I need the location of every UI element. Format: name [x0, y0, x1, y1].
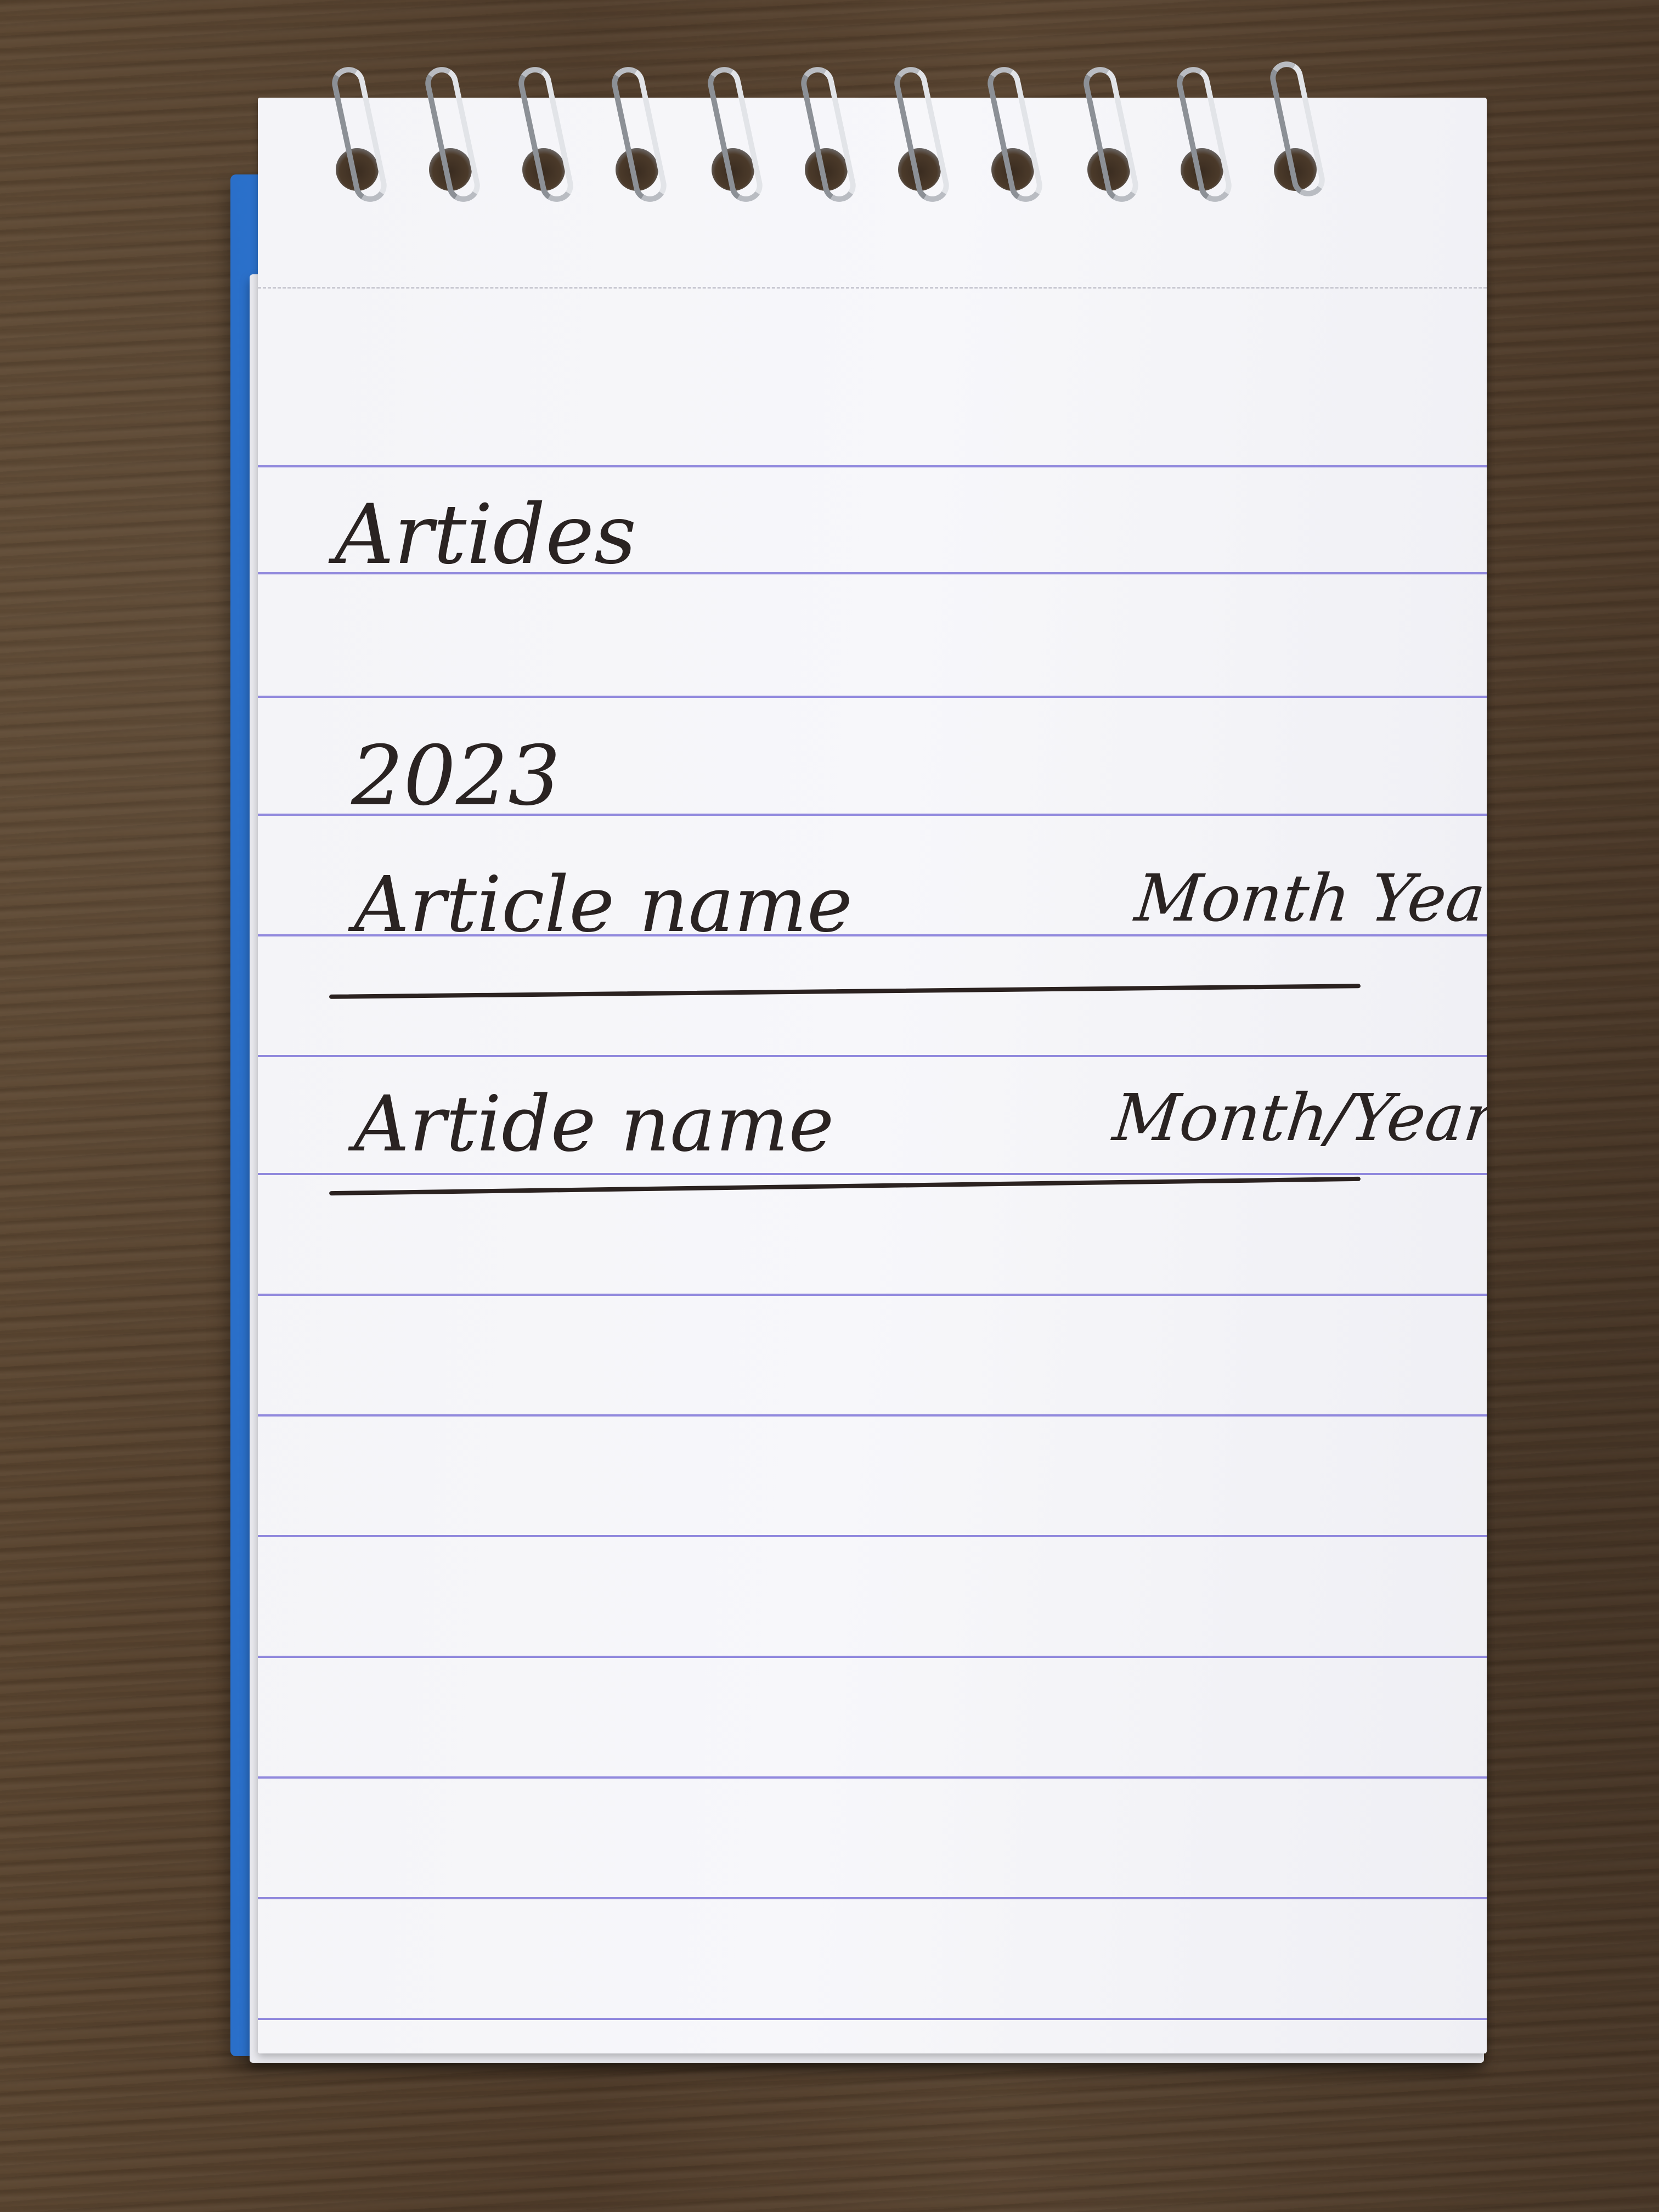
notebook-page: Artides 2023 Article name Month Year Art…: [258, 98, 1487, 2053]
year-heading: 2023: [351, 729, 561, 824]
ruled-line: [258, 1776, 1487, 1779]
ruled-line: [258, 2018, 1487, 2020]
underline: [329, 1176, 1361, 1196]
article-date: Month/Year: [1109, 1080, 1487, 1155]
underline: [329, 984, 1361, 999]
perforation-line: [258, 287, 1487, 289]
article-name: Artide name: [354, 1080, 834, 1169]
ruled-line: [258, 1173, 1487, 1175]
article-name: Article name: [354, 860, 853, 950]
ruled-line: [258, 1656, 1487, 1658]
ruled-line: [258, 465, 1487, 467]
ruled-line: [258, 1055, 1487, 1057]
page-heading: Artides: [335, 487, 637, 583]
ruled-line: [258, 1897, 1487, 1899]
ruled-line: [258, 1535, 1487, 1537]
article-date: Month Year: [1131, 860, 1487, 936]
ruled-line: [258, 1294, 1487, 1296]
ruled-line: [258, 1414, 1487, 1417]
ruled-line: [258, 696, 1487, 698]
